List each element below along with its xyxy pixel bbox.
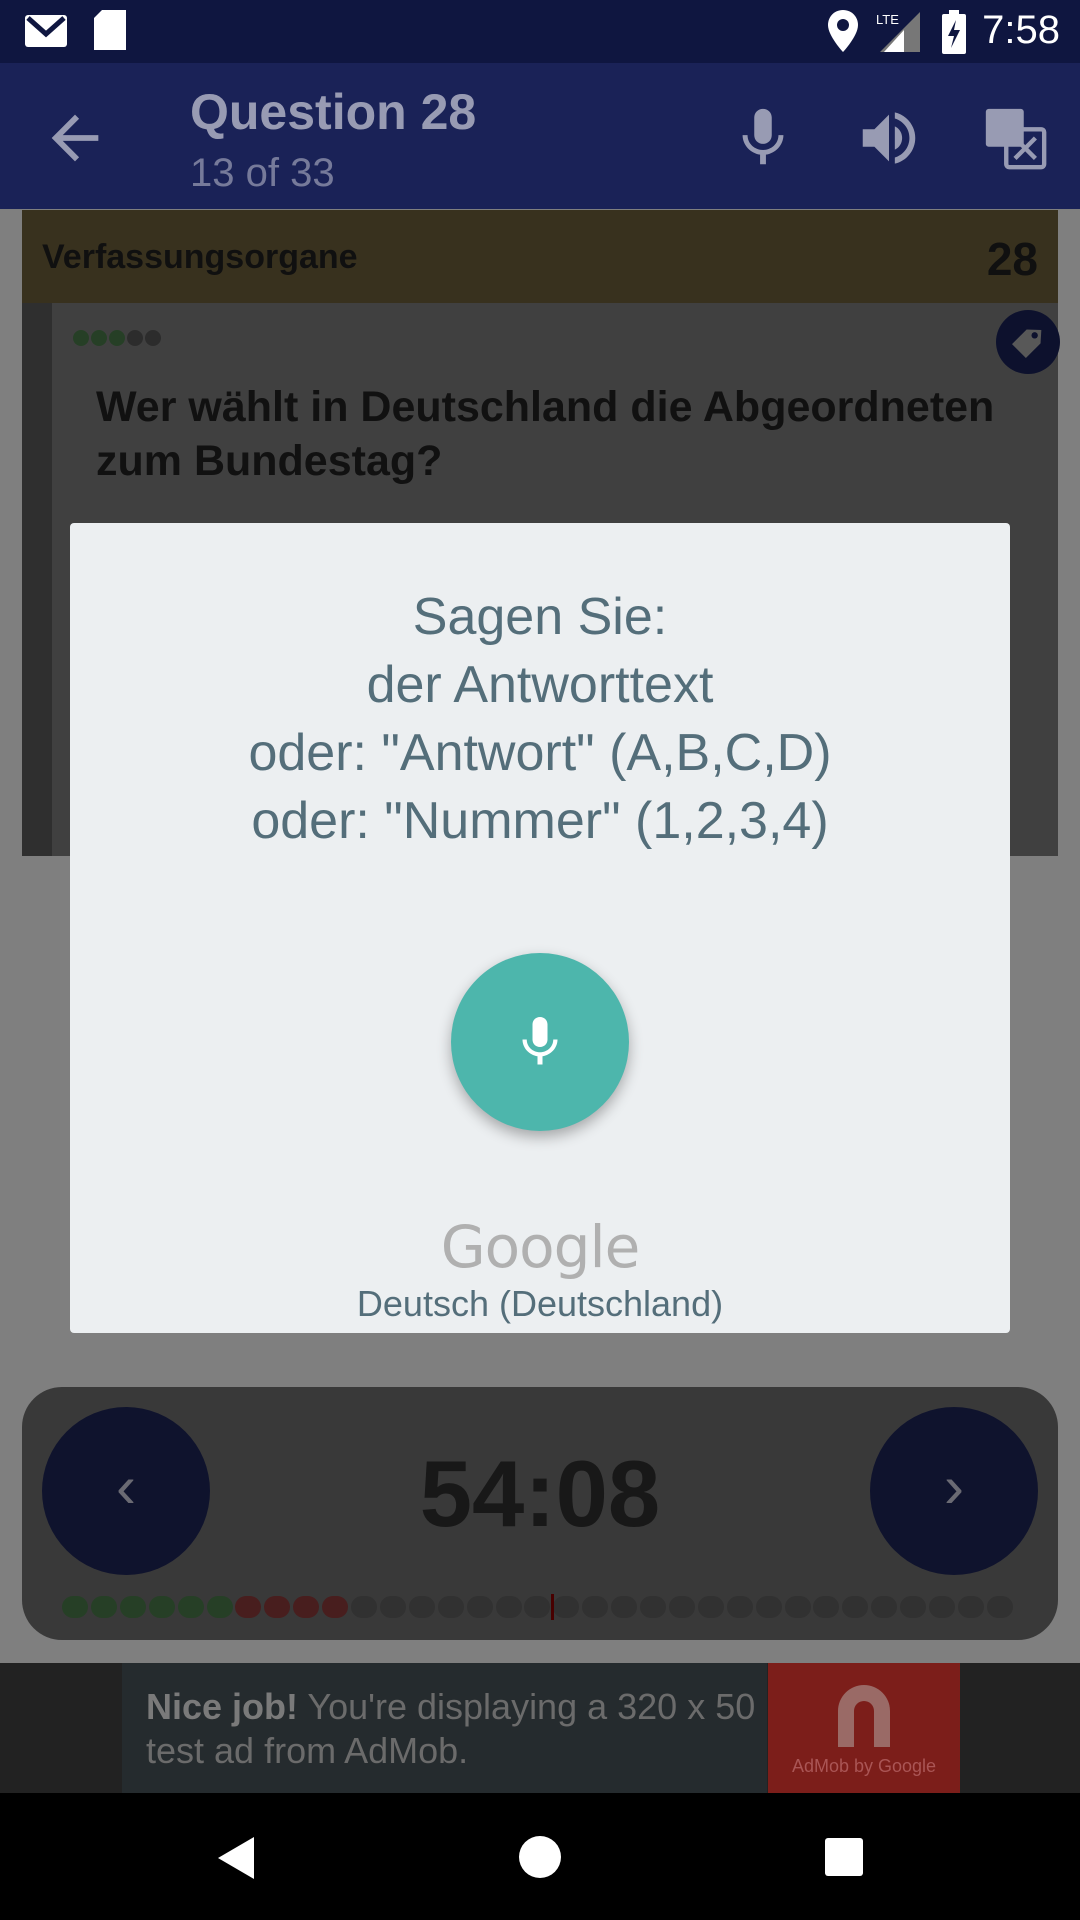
signal-icon: LTE [876,12,920,52]
home-circle-icon[interactable] [518,1835,562,1879]
voice-input-dialog: Sagen Sie: der Antworttext oder: "Antwor… [70,523,1010,1333]
back-triangle-icon[interactable] [214,1835,256,1881]
system-navigation-bar [0,1793,1080,1920]
admob-logo-text: AdMob by Google [791,1756,937,1776]
microphone-icon[interactable] [728,103,798,173]
volume-icon[interactable] [854,103,924,173]
prompt-line: Sagen Sie: [412,588,668,646]
recents-square-icon[interactable] [824,1837,864,1877]
prompt-line: oder: "Antwort" (A,B,C,D) [248,724,832,782]
app-bar: Question 28 13 of 33 [0,63,1080,209]
location-icon [828,10,858,52]
language-label: Deutsch (Deutschland) [356,1283,724,1324]
ad-bold-text: Nice job! [146,1686,299,1727]
admob-icon [838,1685,890,1747]
sd-card-icon [94,10,126,50]
svg-text:LTE: LTE [876,12,899,27]
google-logo: Google [440,1213,641,1281]
gmail-icon [25,15,67,47]
status-bar: LTE 7:58 [0,0,1080,63]
page-subtitle: 13 of 33 [190,151,335,195]
page-title: Question 28 [190,84,477,140]
prompt-line: der Antworttext [366,656,714,714]
ad-content[interactable]: Nice job! You're displaying a 320 x 50 t… [122,1663,767,1793]
back-arrow-icon[interactable] [40,103,110,173]
translate-icon[interactable] [980,103,1050,173]
prompt-line: oder: "Nummer" (1,2,3,4) [251,792,829,850]
voice-prompt: Sagen Sie: der Antworttext oder: "Antwor… [70,583,1010,855]
status-time: 7:58 [982,8,1060,52]
microphone-icon [522,1017,558,1065]
voice-mic-button[interactable] [451,953,629,1131]
admob-logo[interactable]: AdMob by Google [768,1663,960,1793]
battery-charging-icon [942,10,966,54]
